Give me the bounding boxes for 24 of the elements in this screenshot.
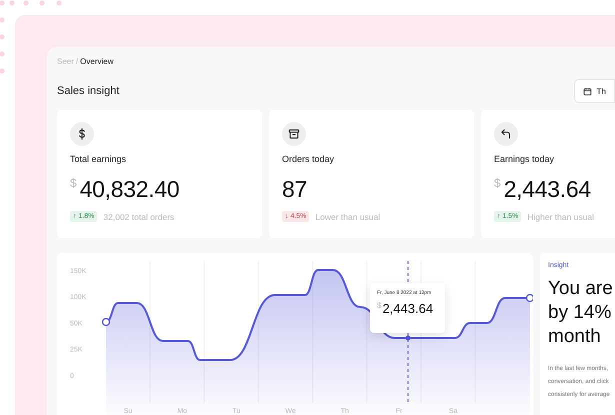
tooltip-value: 2,443.64 bbox=[382, 301, 434, 316]
stat-note: Higher than usual bbox=[527, 212, 594, 222]
breadcrumb-current: Overview bbox=[80, 56, 114, 66]
stat-label: Earnings today bbox=[494, 154, 556, 164]
stat-value: 2,443.64 bbox=[504, 175, 591, 204]
stat-label: Total earnings bbox=[70, 154, 128, 164]
stat-label: Orders today bbox=[282, 154, 336, 164]
dollar-icon bbox=[70, 122, 94, 146]
hover-point bbox=[406, 336, 410, 340]
currency-symbol: $ bbox=[70, 176, 77, 190]
insight-headline: by 14% bbox=[548, 301, 612, 325]
insight-headline: You are bbox=[548, 277, 614, 301]
currency-symbol: $ bbox=[494, 176, 501, 190]
stat-value: 40,832.40 bbox=[80, 175, 180, 204]
insight-headline: month bbox=[548, 325, 602, 349]
stat-note: Lower than usual bbox=[315, 212, 380, 222]
calendar-icon bbox=[582, 86, 592, 96]
breadcrumb-separator: / bbox=[76, 56, 78, 66]
archive-icon bbox=[282, 122, 306, 146]
stat-note: 32,002 total orders bbox=[103, 212, 174, 222]
currency-symbol: $ bbox=[377, 301, 382, 310]
page-title: Sales insight bbox=[57, 85, 120, 97]
stat-value: 87 bbox=[282, 175, 307, 204]
date-button[interactable]: Th bbox=[574, 79, 615, 103]
